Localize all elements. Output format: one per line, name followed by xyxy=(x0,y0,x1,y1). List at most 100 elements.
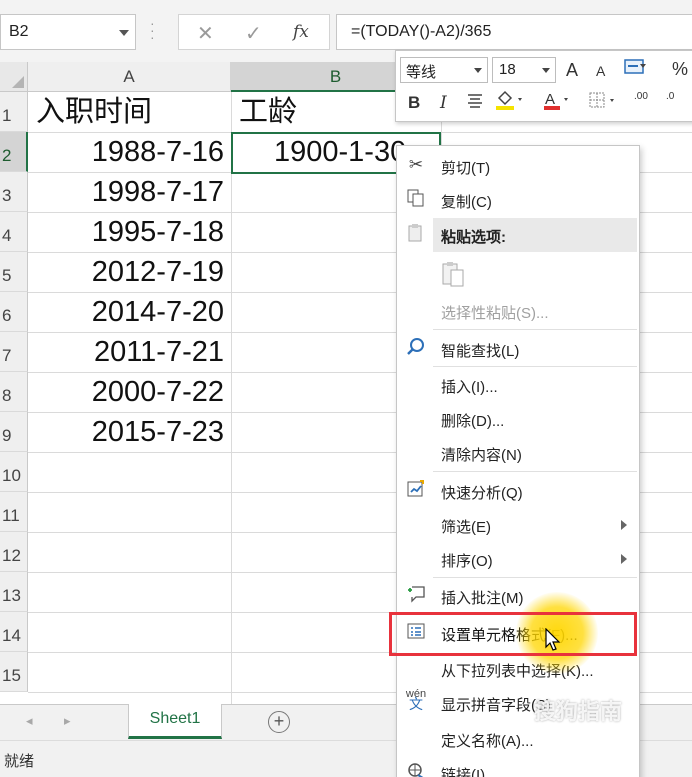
menu-item-insert-comment[interactable]: 插入批注(M) xyxy=(397,579,639,613)
row-header-2[interactable]: 2 xyxy=(0,132,28,172)
menu-label: 复制(C) xyxy=(441,194,492,211)
menu-item-cut[interactable]: ✂ 剪切(T) xyxy=(397,149,639,183)
watermark: 搜狗指南 xyxy=(534,699,623,724)
menu-item-delete[interactable]: 删除(D)... xyxy=(397,402,639,436)
cell-a7[interactable]: 2011-7-21 xyxy=(30,332,230,372)
font-name-select[interactable]: 等线 xyxy=(400,57,488,83)
comment-icon xyxy=(405,584,427,606)
font-color-icon[interactable]: A xyxy=(542,89,572,116)
row-header-14[interactable]: 14 xyxy=(0,612,28,652)
borders-icon[interactable] xyxy=(588,91,618,116)
shrink-font-icon[interactable]: A xyxy=(596,63,605,79)
fill-color-icon[interactable] xyxy=(494,89,524,116)
insert-function-button[interactable]: fx xyxy=(293,22,309,42)
align-center-icon[interactable] xyxy=(466,91,484,114)
menu-item-insert[interactable]: 插入(I)... xyxy=(397,368,639,402)
menu-label: 插入批注(M) xyxy=(441,590,524,607)
percent-style-icon[interactable]: % xyxy=(672,59,688,80)
increase-decimal-icon[interactable]: .00 xyxy=(634,91,648,102)
formula-buttons: ✕ ✓ fx xyxy=(178,14,330,50)
menu-item-clear-contents[interactable]: 清除内容(N) xyxy=(397,436,639,470)
name-box-value: B2 xyxy=(9,23,29,40)
formula-text: =(TODAY()-A2)/365 xyxy=(351,23,492,40)
row-header-11[interactable]: 11 xyxy=(0,492,28,532)
menu-item-copy[interactable]: 复制(C) xyxy=(397,183,639,217)
chevron-right-icon xyxy=(621,554,627,564)
row-header-8[interactable]: 8 xyxy=(0,372,28,412)
cancel-icon[interactable]: ✕ xyxy=(197,21,214,46)
chevron-down-icon[interactable] xyxy=(119,30,129,36)
cell-a3[interactable]: 1998-7-17 xyxy=(30,172,230,212)
cell-a8[interactable]: 2000-7-22 xyxy=(30,372,230,412)
phonetic-icon: wén 文 xyxy=(405,688,427,712)
row-header-4[interactable]: 4 xyxy=(0,212,28,252)
name-box[interactable]: B2 xyxy=(0,14,136,50)
resize-handle-icon[interactable]: · · · xyxy=(150,16,155,44)
cell-a5[interactable]: 2012-7-19 xyxy=(30,252,230,292)
menu-item-sort[interactable]: 排序(O) xyxy=(397,542,639,576)
column-header-a[interactable]: A xyxy=(28,62,231,92)
scroll-left-icon[interactable]: ◂ xyxy=(26,713,33,729)
cell-a6[interactable]: 2014-7-20 xyxy=(30,292,230,332)
select-all-icon xyxy=(12,76,24,88)
font-size-select[interactable]: 18 xyxy=(492,57,556,83)
link-icon xyxy=(405,761,427,777)
add-sheet-icon[interactable]: + xyxy=(268,711,290,733)
menu-item-define-name[interactable]: 定义名称(A)... xyxy=(397,722,639,756)
paste-button[interactable] xyxy=(397,256,639,292)
status-text: 就绪 xyxy=(4,753,35,770)
menu-item-smart-lookup[interactable]: 智能查找(L) xyxy=(397,332,639,366)
row-header-10[interactable]: 10 xyxy=(0,452,28,492)
mini-toolbar: 等线 18 A A % B I A .00 .0 xyxy=(395,50,692,122)
row-header-7[interactable]: 7 xyxy=(0,332,28,372)
grow-font-icon[interactable]: A xyxy=(566,60,578,81)
select-all-button[interactable] xyxy=(0,62,28,92)
menu-separator xyxy=(433,577,637,578)
cell-style-icon[interactable] xyxy=(624,57,646,77)
menu-item-link[interactable]: 链接(I) xyxy=(397,756,639,777)
row-header-12[interactable]: 12 xyxy=(0,532,28,572)
cell-a2[interactable]: 1988-7-16 xyxy=(30,132,230,172)
enter-icon[interactable]: ✓ xyxy=(245,21,262,46)
row-header-5[interactable]: 5 xyxy=(0,252,28,292)
sheet-tab-sheet1[interactable]: Sheet1 xyxy=(128,704,222,739)
formula-input[interactable]: =(TODAY()-A2)/365 xyxy=(336,14,692,50)
cell-a1[interactable]: 入职时间 xyxy=(30,92,230,132)
menu-label: 删除(D)... xyxy=(441,413,505,430)
menu-item-paste-special[interactable]: 选择性粘贴(S)... xyxy=(397,294,639,328)
scissors-icon: ✂ xyxy=(408,155,424,174)
context-menu: ✂ 剪切(T) 复制(C) 粘贴选项: 选择性粘贴(S)... 智能查找(L) … xyxy=(396,145,640,777)
menu-label: 定义名称(A)... xyxy=(441,733,534,750)
mouse-pointer-icon xyxy=(544,627,562,657)
scroll-right-icon[interactable]: ▸ xyxy=(64,713,71,729)
cell-a4[interactable]: 1995-7-18 xyxy=(30,212,230,252)
menu-separator xyxy=(433,366,637,367)
row-header-3[interactable]: 3 xyxy=(0,172,28,212)
chevron-down-icon xyxy=(474,68,482,73)
copy-icon xyxy=(405,188,427,210)
menu-label: 智能查找(L) xyxy=(441,343,520,360)
menu-separator xyxy=(433,471,637,472)
menu-label: 剪切(T) xyxy=(441,160,491,177)
menu-label: 清除内容(N) xyxy=(441,447,522,464)
italic-icon[interactable]: I xyxy=(440,93,447,113)
increase-decimal-text: .00 xyxy=(634,91,648,102)
menu-label: 粘贴选项: xyxy=(441,229,506,246)
row-header-15[interactable]: 15 xyxy=(0,652,28,692)
menu-item-pick-from-list[interactable]: 从下拉列表中选择(K)... xyxy=(397,652,639,686)
row-header-13[interactable]: 13 xyxy=(0,572,28,612)
clipboard-icon xyxy=(439,260,467,288)
bold-icon[interactable]: B xyxy=(408,93,420,113)
menu-label: 快速分析(Q) xyxy=(441,485,523,502)
menu-separator xyxy=(433,329,637,330)
cell-a9[interactable]: 2015-7-23 xyxy=(30,412,230,452)
font-size-value: 18 xyxy=(499,61,516,78)
decrease-decimal-icon[interactable]: .0 xyxy=(666,91,674,102)
menu-item-quick-analysis[interactable]: 快速分析(Q) xyxy=(397,474,639,508)
row-header-1[interactable]: 1 xyxy=(0,92,28,132)
menu-item-filter[interactable]: 筛选(E) xyxy=(397,508,639,542)
font-name-value: 等线 xyxy=(406,64,437,81)
menu-label: 链接(I) xyxy=(441,767,486,777)
row-header-6[interactable]: 6 xyxy=(0,292,28,332)
row-header-9[interactable]: 9 xyxy=(0,412,28,452)
